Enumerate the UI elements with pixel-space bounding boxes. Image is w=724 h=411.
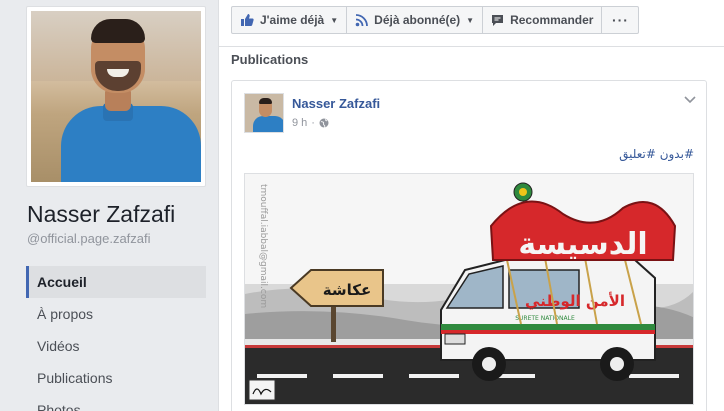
watermark-text: tmouffal.iabbal@gmail.com <box>258 184 268 308</box>
like-button[interactable]: J'aime déjà ▼ <box>231 6 348 34</box>
follow-button[interactable]: Déjà abonné(e) ▼ <box>346 6 484 34</box>
main-column: J'aime déjà ▼ Déjà abonné(e) ▼ Recommand… <box>218 0 724 411</box>
nav-item-accueil[interactable]: Accueil <box>26 266 206 298</box>
more-options-button[interactable]: ··· <box>601 6 640 34</box>
chevron-down-icon: ▼ <box>466 15 475 25</box>
left-column: Nasser Zafzafi @official.page.zafzafi Ac… <box>0 0 218 411</box>
recommend-label: Recommander <box>510 13 594 27</box>
like-label: J'aime déjà <box>260 13 325 27</box>
recommend-button[interactable]: Recommander <box>482 6 603 34</box>
post-timestamp[interactable]: 9 h <box>292 117 307 129</box>
page-handle[interactable]: @official.page.zafzafi <box>27 231 151 246</box>
globe-icon[interactable] <box>319 118 329 128</box>
nav-item-publications[interactable]: Publications <box>26 362 206 394</box>
profile-picture[interactable] <box>26 6 206 187</box>
divider <box>219 46 724 47</box>
van-text: الأمن الوطني <box>525 292 625 310</box>
post-author-avatar[interactable] <box>244 93 284 133</box>
cartoon-illustration: عكاشة الأمن الوطني SURETE NATIONALE الدس… <box>245 174 693 404</box>
rss-icon <box>355 13 369 26</box>
post-image-cartoon[interactable]: عكاشة الأمن الوطني SURETE NATIONALE الدس… <box>244 173 694 405</box>
more-icon: ··· <box>611 12 629 28</box>
page-nav: Accueil À propos Vidéos Publications Pho… <box>26 266 206 411</box>
nav-item-a-propos[interactable]: À propos <box>26 298 206 330</box>
chevron-down-icon: ▼ <box>330 15 339 25</box>
section-title: Publications <box>231 52 309 67</box>
post-hashtags[interactable]: #بدون #تعليق <box>619 147 694 161</box>
page-title[interactable]: Nasser Zafzafi <box>27 201 175 228</box>
post-card: Nasser Zafzafi 9 h · #بدون #تعليق عكاشة … <box>231 80 707 411</box>
chat-bubble-icon <box>492 14 504 26</box>
separator-dot: · <box>311 117 315 129</box>
van-subtext: SURETE NATIONALE <box>515 315 575 322</box>
nav-item-photos[interactable]: Photos <box>26 394 206 411</box>
post-meta: 9 h · <box>292 117 329 129</box>
post-author-name[interactable]: Nasser Zafzafi <box>292 96 380 111</box>
post-options-chevron-icon[interactable] <box>684 93 696 107</box>
follow-label: Déjà abonné(e) <box>374 13 461 27</box>
sign-text: عكاشة <box>323 281 371 299</box>
profile-photo <box>31 11 201 182</box>
nav-item-videos[interactable]: Vidéos <box>26 330 206 362</box>
banner-text: الدسيسة <box>518 227 647 262</box>
page-action-bar: J'aime déjà ▼ Déjà abonné(e) ▼ Recommand… <box>231 6 640 34</box>
thumbs-up-icon <box>241 14 254 26</box>
